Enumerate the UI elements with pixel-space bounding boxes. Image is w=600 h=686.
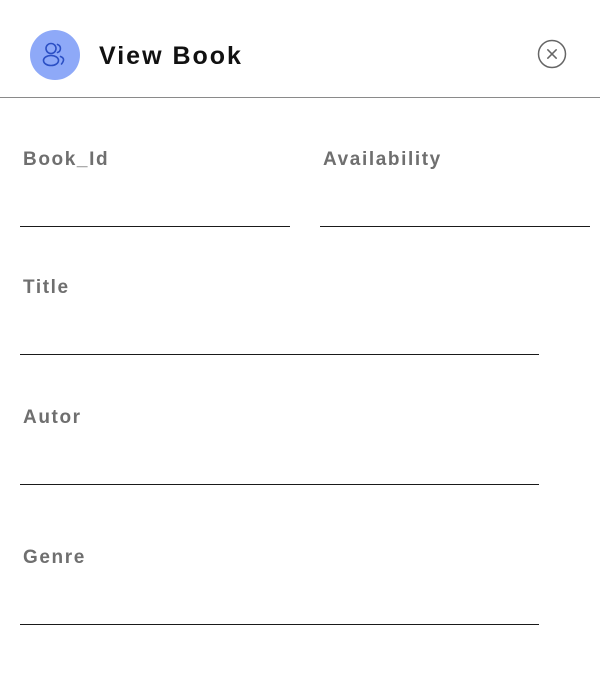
close-circle-icon (537, 39, 567, 69)
dialog-header: View Book (0, 0, 600, 98)
users-icon (42, 42, 65, 67)
genre-label: Genre (23, 547, 86, 568)
book-id-field[interactable] (20, 191, 290, 227)
genre-field[interactable] (20, 589, 539, 625)
autor-field[interactable] (20, 449, 539, 485)
title-label: Title (23, 277, 70, 298)
autor-label: Autor (23, 407, 82, 428)
availability-field[interactable] (320, 191, 590, 227)
close-button[interactable] (537, 39, 567, 69)
title-field[interactable] (20, 319, 539, 355)
avatar (30, 30, 80, 80)
page-title: View Book (99, 42, 243, 70)
availability-label: Availability (323, 149, 442, 170)
book-id-label: Book_Id (23, 149, 110, 170)
